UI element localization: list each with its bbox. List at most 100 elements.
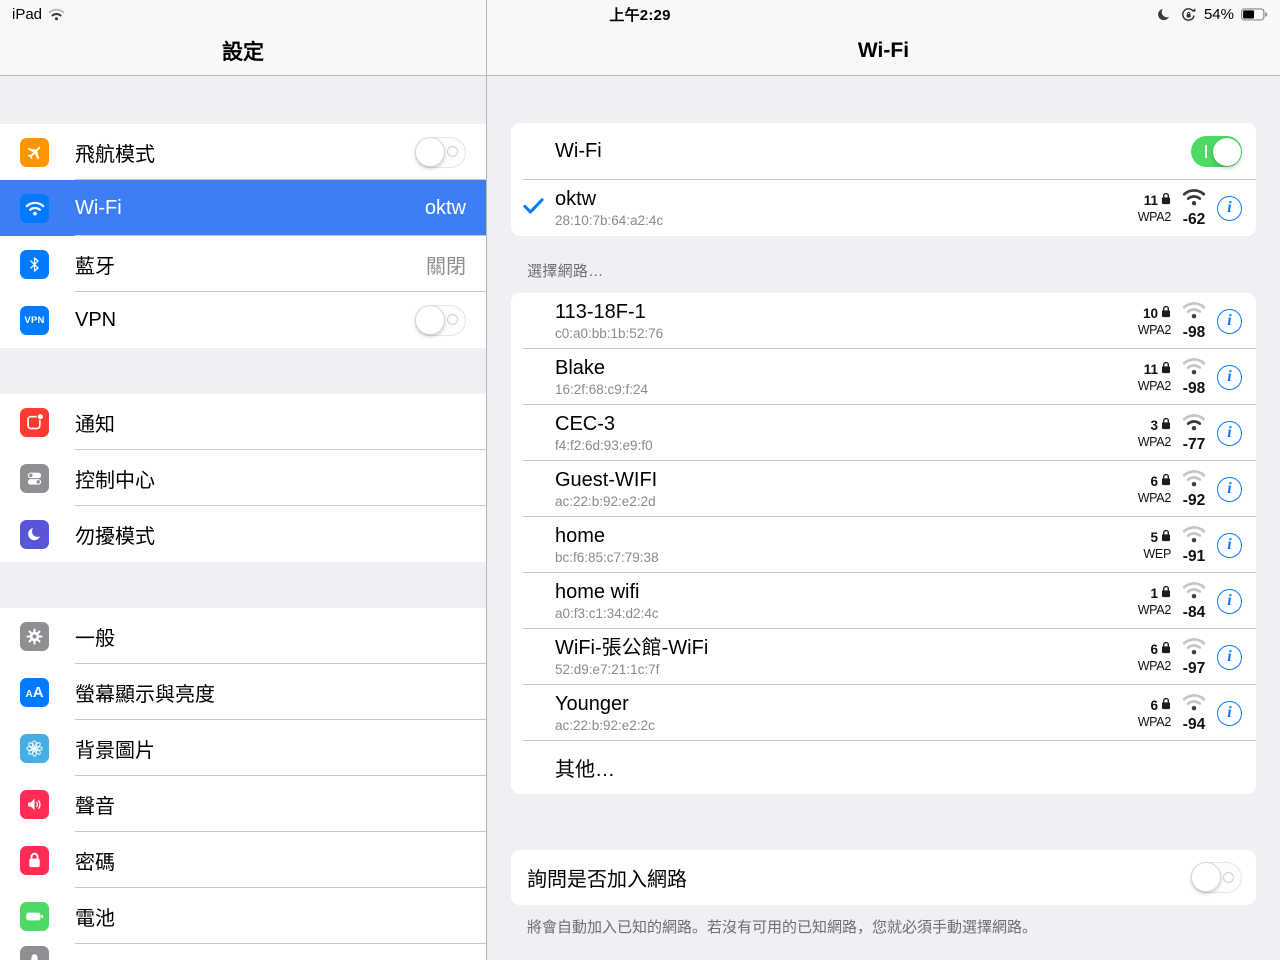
do-not-disturb-icon: [20, 519, 49, 549]
network-name: oktw: [555, 188, 597, 210]
network-row[interactable]: CEC-3 f4:f2:6d:93:e9:f0 3 WPA2 -77 i: [511, 405, 1256, 461]
sidebar-item-vpn[interactable]: VPN VPN: [0, 292, 486, 348]
sidebar-item-passcode[interactable]: 密碼: [0, 832, 486, 888]
info-icon[interactable]: i: [1217, 195, 1242, 221]
info-icon[interactable]: i: [1217, 308, 1242, 334]
signal-block: -84: [1182, 580, 1206, 622]
page-title: Wi-Fi: [857, 38, 910, 62]
network-name: Younger: [555, 693, 629, 715]
network-name-block: home wifi a0:f3:c1:34:d2:4c: [555, 581, 1138, 621]
airplane-icon: [20, 137, 49, 167]
wifi-signal-icon: [1182, 412, 1206, 436]
airplane-toggle[interactable]: [415, 136, 466, 168]
sidebar-item-wallpaper[interactable]: 背景圖片: [0, 720, 486, 776]
wifi-icon: [20, 193, 49, 223]
network-row[interactable]: Blake 16:2f:68:c9:f:24 11 WPA2 -98 i: [511, 349, 1256, 405]
network-name-block: Blake 16:2f:68:c9:f:24: [555, 357, 1138, 397]
rssi-label: -98: [1182, 380, 1206, 397]
wifi-switch-row: Wi-Fi: [511, 123, 1256, 180]
ask-to-join-toggle[interactable]: [1191, 862, 1242, 893]
channel-security-block: 6 WPA2: [1137, 473, 1172, 506]
sidebar-item-wifi[interactable]: Wi-Fi oktw: [0, 180, 486, 236]
privacy-icon: [20, 946, 49, 960]
lock-icon: [1161, 529, 1171, 545]
info-icon[interactable]: i: [1217, 588, 1242, 614]
network-row[interactable]: 113-18F-1 c0:a0:bb:1b:52:76 10 WPA2 -98 …: [511, 293, 1256, 349]
network-accessories: 6 WPA2 -92 i: [1138, 468, 1242, 510]
channel-security-block: 6 WPA2: [1138, 641, 1172, 674]
network-accessories: 5 WEP -91 i: [1143, 524, 1242, 566]
network-row[interactable]: home wifi a0:f3:c1:34:d2:4c 1 WPA2 -84 i: [511, 573, 1256, 629]
network-mac: f4:f2:6d:93:e9:f0: [555, 438, 653, 453]
channel-security-block: 3 WPA2: [1138, 417, 1172, 450]
channel-label: 11: [1143, 192, 1158, 208]
sidebar-item-airplane[interactable]: 飛航模式: [0, 124, 486, 180]
network-mac: ac:22:b:92:e2:2d: [555, 494, 656, 509]
sidebar-item-privacy-partial[interactable]: [0, 944, 486, 960]
sidebar-item-label: 一般: [75, 627, 115, 650]
connected-network-row[interactable]: oktw 28:10:7b:64:a2:4c 11 WPA2 -62 i: [511, 180, 1256, 236]
security-label: WPA2: [1137, 715, 1172, 729]
channel-security-block: 11 WPA2: [1138, 192, 1172, 225]
sidebar-item-control-center[interactable]: 控制中心: [0, 450, 486, 506]
info-icon[interactable]: i: [1217, 364, 1242, 390]
network-name: Blake: [555, 357, 606, 379]
ask-to-join-row: 詢問是否加入網路: [511, 850, 1256, 905]
network-accessories: 10 WPA2 -98 i: [1138, 300, 1242, 342]
sidebar-item-battery[interactable]: 電池: [0, 888, 486, 944]
network-row[interactable]: Guest-WIFI ac:22:b:92:e2:2d 6 WPA2 -92 i: [511, 461, 1256, 517]
wifi-signal-icon: [1182, 524, 1206, 548]
signal-block: -98: [1182, 356, 1206, 398]
rssi-label: -92: [1182, 492, 1206, 509]
sidebar-item-label: 勿擾模式: [75, 525, 155, 548]
sidebar-item-label: 藍牙: [75, 255, 115, 278]
sidebar-item-bluetooth[interactable]: 藍牙 關閉: [0, 236, 486, 292]
sidebar-group: 通知 控制中心 勿擾模式: [0, 394, 486, 562]
channel-label: 6: [1150, 697, 1158, 713]
network-mac: 52:d9:e7:21:1c:7f: [555, 662, 660, 677]
sidebar-item-value: oktw: [424, 196, 466, 219]
security-label: WPA2: [1137, 491, 1172, 505]
wifi-toggle[interactable]: [1191, 136, 1242, 167]
channel-security-block: 10 WPA2: [1137, 305, 1172, 338]
device-label: iPad: [12, 5, 43, 23]
notifications-icon: [20, 407, 49, 437]
battery-percent-label: 54%: [1203, 5, 1234, 23]
other-network-row[interactable]: 其他…: [511, 741, 1256, 794]
sidebar-item-sounds[interactable]: 聲音: [0, 776, 486, 832]
sidebar-item-do-not-disturb[interactable]: 勿擾模式: [0, 506, 486, 562]
bluetooth-icon: [20, 249, 49, 279]
sidebar-group: 一般 AA 螢幕顯示與亮度 背景圖片 聲音 密碼 電池: [0, 608, 486, 944]
sidebar-item-label: 飛航模式: [75, 143, 155, 166]
network-name: home wifi: [555, 581, 640, 603]
channel-security-block: 11 WPA2: [1138, 361, 1172, 394]
sidebar-item-general-gear[interactable]: 一般: [0, 608, 486, 664]
info-icon[interactable]: i: [1217, 476, 1242, 502]
network-name: 113-18F-1: [555, 301, 646, 323]
ask-to-join-footnote: 將會自動加入已知的網路。若沒有可用的已知網路，您就必須手動選擇網路。: [527, 919, 1038, 936]
network-row[interactable]: home bc:f6:85:c7:79:38 5 WEP -91 i: [511, 517, 1256, 573]
checkmark-icon: [523, 198, 545, 219]
network-row[interactable]: WiFi-張公館-WiFi 52:d9:e7:21:1c:7f 6 WPA2 -…: [511, 629, 1256, 685]
lock-icon: [1161, 697, 1171, 713]
network-mac: 16:2f:68:c9:f:24: [555, 382, 649, 397]
rotation-lock-status-icon: [1180, 6, 1197, 23]
security-label: WPA2: [1137, 323, 1172, 337]
info-icon[interactable]: i: [1217, 644, 1242, 670]
info-icon[interactable]: i: [1217, 420, 1242, 446]
info-icon[interactable]: i: [1217, 532, 1242, 558]
sidebar-list: 飛航模式 Wi-Fi oktw 藍牙 關閉 VPN VPN 通知 控制中心 勿擾…: [0, 76, 486, 960]
network-row[interactable]: Younger ac:22:b:92:e2:2c 6 WPA2 -94 i: [511, 685, 1256, 741]
sidebar-item-value: 關閉: [426, 255, 466, 278]
sidebar-item-notifications[interactable]: 通知: [0, 394, 486, 450]
network-name-block: CEC-3 f4:f2:6d:93:e9:f0: [555, 413, 1138, 453]
info-icon[interactable]: i: [1217, 700, 1242, 726]
wifi-signal-icon: [1182, 356, 1206, 380]
vpn-toggle[interactable]: [415, 304, 466, 336]
sidebar-item-display-brightness[interactable]: AA 螢幕顯示與亮度: [0, 664, 486, 720]
network-accessories: 3 WPA2 -77 i: [1138, 412, 1242, 454]
rssi-label: -62: [1182, 211, 1206, 228]
network-name-block: Guest-WIFI ac:22:b:92:e2:2d: [555, 469, 1138, 509]
vpn-icon: VPN: [20, 305, 49, 335]
